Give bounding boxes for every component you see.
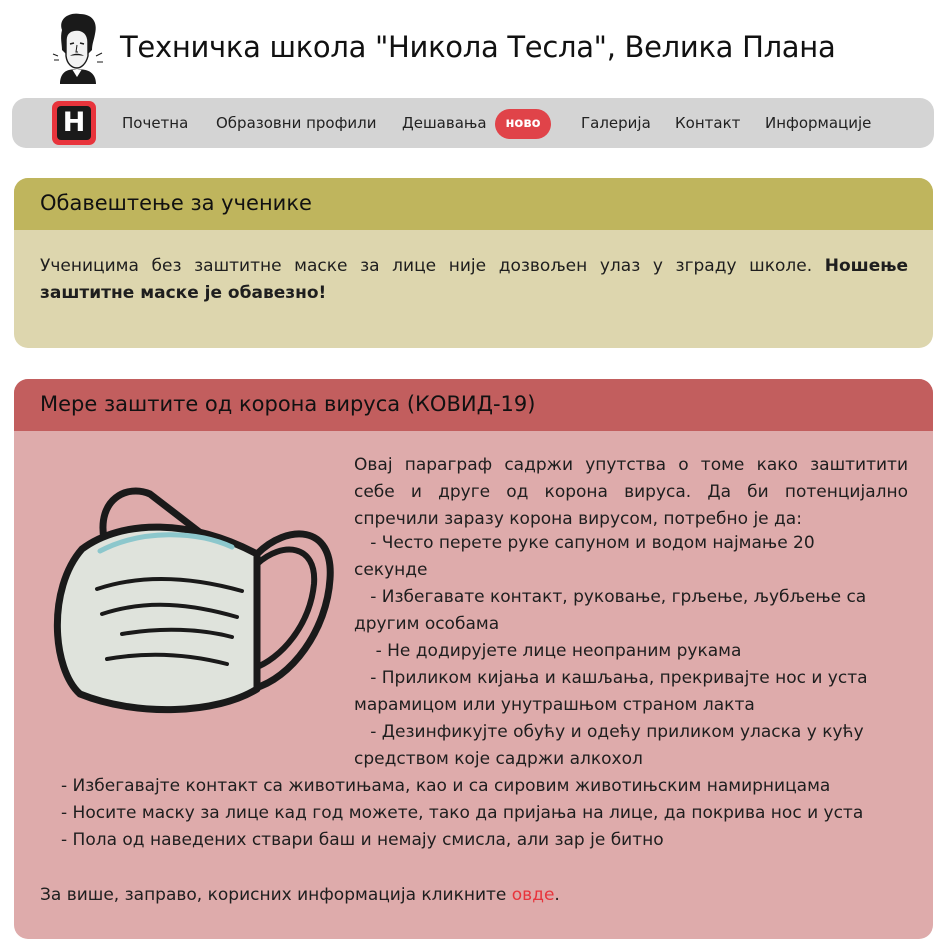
measure-line: другим особама [354,614,500,634]
measure-line: - Не додирујете лице неопраним рукама [354,641,742,661]
school-logo[interactable]: H [52,101,96,145]
notice-text-block: Ученицима без заштитне маске за лице ниј… [40,253,908,307]
measure-line: средством које садржи алкохол [354,749,643,769]
measure-line: - Избегавате контакт, руковање, грљење, … [354,587,867,607]
site-header: Техничка школа "Никола Тесла", Велика Пл… [0,0,946,98]
nav-item-contact[interactable]: Контакт [675,114,740,132]
notice-text: Ученицима без заштитне маске за лице ниј… [40,256,813,276]
logo-letter: H [62,107,86,138]
intro-paragraph: Овај параграф садржи упутства о томе как… [354,452,908,533]
nav-item-information[interactable]: Информације [765,114,871,132]
list-item: - Носите маску за лице кад год можете, т… [61,803,864,823]
page-title: Техничка школа "Никола Тесла", Велика Пл… [120,30,836,64]
nav-item-events[interactable]: Дешавања [402,114,487,132]
card-title: Мере заштите од корона вируса (КОВИД-19) [40,392,536,416]
measure-line: - Приликом кијања и кашљања, прекривајте… [354,668,868,688]
student-notice-card: Обавештење за ученике Ученицима без зашт… [14,178,933,348]
measure-line: секунде [354,560,428,580]
card-title: Обавештење за ученике [40,191,312,215]
measure-line: марамицом или унутрашњом страном лакта [354,695,755,715]
intro-line: Овај параграф садржи упутства о томе как… [354,455,908,475]
more-info-prefix: За више, заправо, корисних информација к… [40,885,512,905]
nav-item-education-profiles[interactable]: Образовни профили [216,114,377,132]
covid-measures-card: Мере заштите од корона вируса (КОВИД-19)… [14,379,933,939]
intro-line: спречили заразу корона вирусом, потребно… [354,509,802,529]
list-item: - Пола од наведених ствари баш и немају … [61,830,664,850]
measure-line: - Дезинфикујте обућу и одећу приликом ул… [354,722,864,742]
nav-item-gallery[interactable]: Галерија [581,114,651,132]
intro-line: себе и друге од корона вируса. Да би пот… [354,482,908,502]
more-info-link[interactable]: овде [512,885,555,905]
more-info-text: За више, заправо, корисних информација к… [40,885,560,905]
tesla-portrait-icon [52,13,103,84]
more-info-suffix: . [554,885,560,905]
measure-line: - Често перете руке сапуном и водом најм… [354,533,815,553]
list-item: - Избегавајте контакт са животињама, као… [61,776,831,796]
main-navigation: H Почетна Образовни профили Дешавања нов… [12,98,934,148]
new-badge: ново [495,109,551,139]
nav-item-home[interactable]: Почетна [122,114,188,132]
face-mask-image [53,487,334,714]
logo-inner: H [57,106,91,140]
